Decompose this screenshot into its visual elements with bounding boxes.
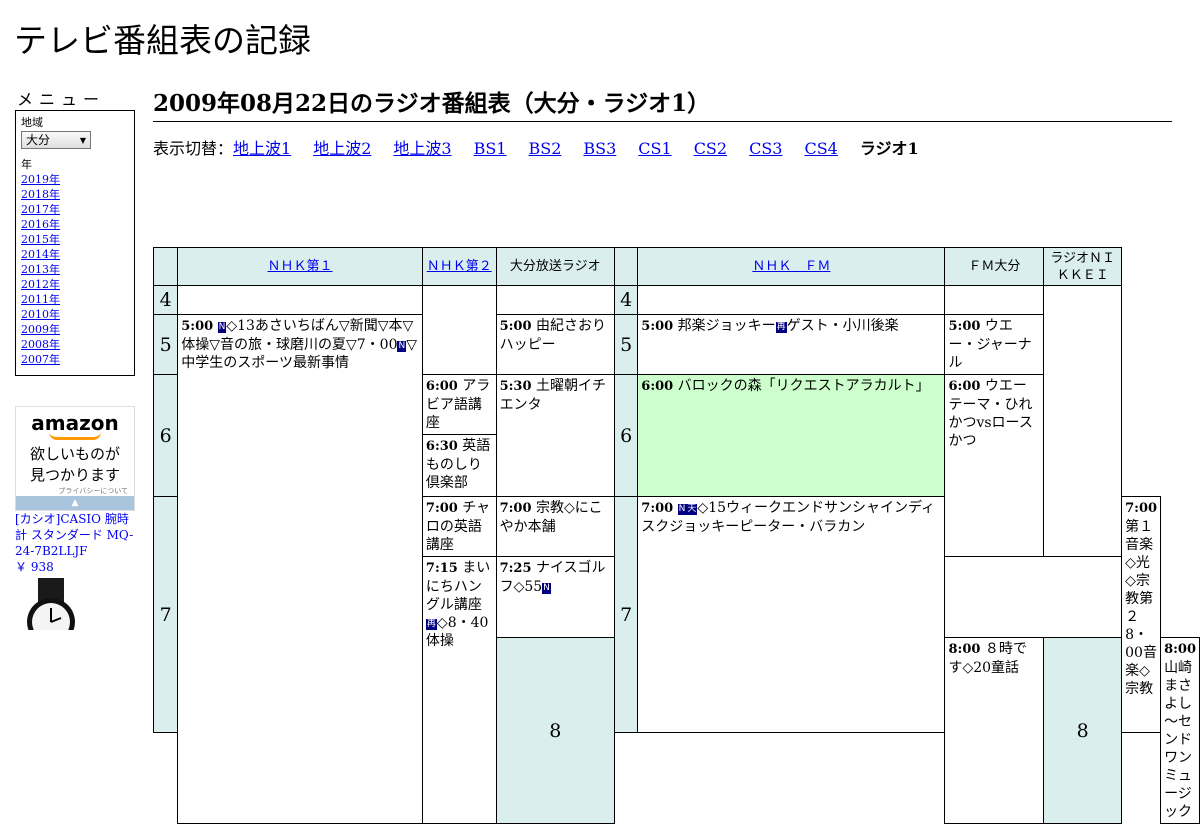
ad-message-line-2: 見つかります — [29, 466, 120, 484]
program-cell[interactable]: 5:00 邦楽ジョッキー再ゲスト・小川後楽 — [637, 314, 946, 375]
hour-cell-5: 5 — [152, 314, 179, 375]
program-cell[interactable]: 5:30 土曜朝イチエンタ — [495, 374, 616, 497]
program-empty — [637, 285, 946, 315]
switch-link-cs2[interactable]: CS2 — [694, 139, 727, 158]
program-cell[interactable]: 7:00 宗教◇にこやか本舗 — [495, 496, 616, 557]
display-switcher: 表示切替：地上波1 地上波2 地上波3 BS1 BS2 BS3 CS1 CS2 CS3 CS4 ラジ… — [153, 135, 919, 159]
menu-box: 地域 大分 ▼ 年 2019年 2018年 2017年 2016年 2015年 … — [15, 110, 135, 376]
year-link-2013[interactable]: 2013年 — [21, 263, 60, 276]
ad-product: [カシオ]CASIO 腕時計 スタンダード MQ-24-7B2LLJF ￥ 93… — [15, 511, 140, 575]
channel-header-nikkei: ラジオＮＩＫＫＥＩ — [1043, 247, 1123, 286]
program-cell[interactable]: 7:00 チャロの英語講座 — [421, 496, 497, 557]
program-cell[interactable]: 7:25 ナイスゴルフ◇55N — [495, 556, 616, 638]
ad-message: 欲しいものが 見つかります — [16, 444, 134, 486]
year-link-2009[interactable]: 2009年 — [21, 323, 60, 336]
hour-cell-6: 6 — [152, 374, 179, 497]
channel-header-obs: 大分放送ラジオ — [495, 247, 616, 286]
channel-header-nhk1: ＮＨＫ第１ — [177, 247, 423, 286]
switcher-label: 表示切替： — [153, 139, 234, 158]
channel-header-fmoita: ＦＭ大分 — [944, 247, 1045, 286]
news-badge: N — [397, 341, 407, 352]
program-empty — [421, 285, 497, 375]
hour-cell-4: 4 — [613, 285, 639, 315]
switch-link-cs4[interactable]: CS4 — [804, 139, 837, 158]
site-title: テレビ番組表の記録 — [14, 21, 311, 60]
channel-header-nhk2: ＮＨＫ第２ — [421, 247, 497, 286]
hour-cell-7: 7 — [152, 495, 179, 734]
program-cell[interactable]: 5:00 由紀さおりハッピー — [495, 314, 616, 375]
program-schedule-table: ＮＨＫ第１ ＮＨＫ第２ 大分放送ラジオ ＮＨＫ ＦＭ ＦＭ大分 ラジオＮＩＫＫＥ… — [152, 247, 1200, 824]
region-label: 地域 — [21, 116, 43, 129]
year-link-2010[interactable]: 2010年 — [21, 308, 60, 321]
program-cell[interactable]: 7:00 第１音楽◇光◇宗教第２8・00音楽◇宗教 — [1121, 495, 1162, 734]
program-cell[interactable]: 6:00 ウエーテーマ・ひれかつvsロースかつ — [944, 374, 1045, 557]
year-link-2019[interactable]: 2019年 — [21, 173, 60, 186]
year-label: 年 — [21, 158, 32, 171]
switch-link-chijo3[interactable]: 地上波3 — [393, 139, 451, 158]
year-link-2008[interactable]: 2008年 — [21, 338, 60, 351]
channel-link-nhkfm[interactable]: ＮＨＫ ＦＭ — [752, 259, 830, 274]
program-cell[interactable]: 7:15 まいにちハングル講座再◇8・40体操 — [421, 556, 497, 824]
year-link-2012[interactable]: 2012年 — [21, 278, 60, 291]
year-link-2011[interactable]: 2011年 — [21, 293, 60, 306]
ad-expand-bar[interactable]: ▲ — [16, 496, 134, 510]
year-link-2014[interactable]: 2014年 — [21, 248, 60, 261]
year-link-2016[interactable]: 2016年 — [21, 218, 60, 231]
program-cell[interactable]: 8:00 山崎まさよし～センドワンミュージック — [1160, 637, 1200, 824]
rerun-badge: 再 — [775, 322, 787, 333]
program-cell[interactable]: 5:00 ウエー・ジャーナル — [944, 314, 1045, 375]
news-badge: N — [542, 583, 551, 594]
ad-product-link[interactable]: [カシオ]CASIO 腕時計 スタンダード MQ-24-7B2LLJF — [15, 512, 133, 558]
page-title: 2009年08月22日のラジオ番組表（大分・ラジオ1） — [153, 84, 1172, 122]
news-badge: N — [677, 504, 687, 515]
menu-title: メニュー — [17, 90, 106, 109]
amazon-ad-banner[interactable]: amazon 欲しいものが 見つかります プライバシーについて ▲ — [15, 406, 135, 511]
hour-header-left — [152, 247, 179, 286]
hour-cell-5: 5 — [613, 314, 639, 375]
program-cell[interactable]: 5:00 N◇13あさいちばん▽新聞▽本▽体操▽音の旅・球磨川の夏▽7・00N▽… — [177, 314, 423, 824]
ad-product-price[interactable]: ￥ 938 — [15, 560, 54, 574]
switch-link-bs3[interactable]: BS3 — [583, 139, 616, 158]
channel-link-nhk2[interactable]: ＮＨＫ第２ — [427, 259, 492, 274]
year-link-2007[interactable]: 2007年 — [21, 353, 60, 366]
channel-link-nhk1[interactable]: ＮＨＫ第１ — [268, 259, 333, 274]
amazon-logo: amazon — [31, 411, 119, 435]
program-cell[interactable]: 7:00 N 天◇15ウィークエンドサンシャインディスクジョッキーピーター・バラカ… — [637, 495, 946, 734]
switch-link-bs1[interactable]: BS1 — [474, 139, 507, 158]
program-cell[interactable]: 6:00 アラビア語講座 — [421, 374, 497, 435]
rerun-badge: 再 — [425, 619, 437, 630]
hour-header-mid — [613, 247, 639, 286]
switch-link-chijo2[interactable]: 地上波2 — [313, 139, 371, 158]
switch-current-radio1: ラジオ1 — [859, 139, 919, 158]
hour-cell-4: 4 — [152, 285, 179, 315]
program-cell[interactable]: 6:30 英語ものしり倶楽部 — [421, 434, 497, 497]
hour-cell-8: 8 — [1043, 637, 1123, 824]
program-cell-highlighted[interactable]: 6:00 バロックの森「リクエストアラカルト」 — [637, 374, 946, 497]
ad-privacy-link[interactable]: プライバシーについて — [16, 486, 134, 496]
program-empty — [1043, 285, 1123, 557]
channel-header-nhkfm: ＮＨＫ ＦＭ — [637, 247, 946, 286]
program-cell[interactable]: 8:00 ８時です◇20童話 — [944, 637, 1045, 824]
chevron-down-icon: ▼ — [79, 135, 86, 145]
hour-cell-6: 6 — [613, 374, 639, 497]
year-list: 2019年 2018年 2017年 2016年 2015年 2014年 2013… — [21, 172, 134, 367]
watch-product-icon[interactable] — [18, 578, 84, 630]
weather-badge: 天 — [686, 504, 698, 515]
switch-link-cs3[interactable]: CS3 — [749, 139, 782, 158]
region-select[interactable]: 大分 ▼ — [21, 131, 91, 149]
year-link-2015[interactable]: 2015年 — [21, 233, 60, 246]
chevron-up-icon: ▲ — [71, 498, 79, 508]
year-link-2017[interactable]: 2017年 — [21, 203, 60, 216]
ad-message-line-1: 欲しいものが — [29, 445, 120, 463]
program-empty — [177, 285, 423, 315]
hour-cell-8: 8 — [495, 637, 616, 824]
switch-link-chijo1[interactable]: 地上波1 — [233, 139, 291, 158]
region-select-value: 大分 — [26, 132, 51, 147]
program-empty — [495, 285, 616, 315]
program-empty — [944, 285, 1045, 315]
year-link-2018[interactable]: 2018年 — [21, 188, 60, 201]
switch-link-cs1[interactable]: CS1 — [638, 139, 671, 158]
switch-link-bs2[interactable]: BS2 — [528, 139, 561, 158]
hour-cell-7: 7 — [613, 495, 639, 734]
